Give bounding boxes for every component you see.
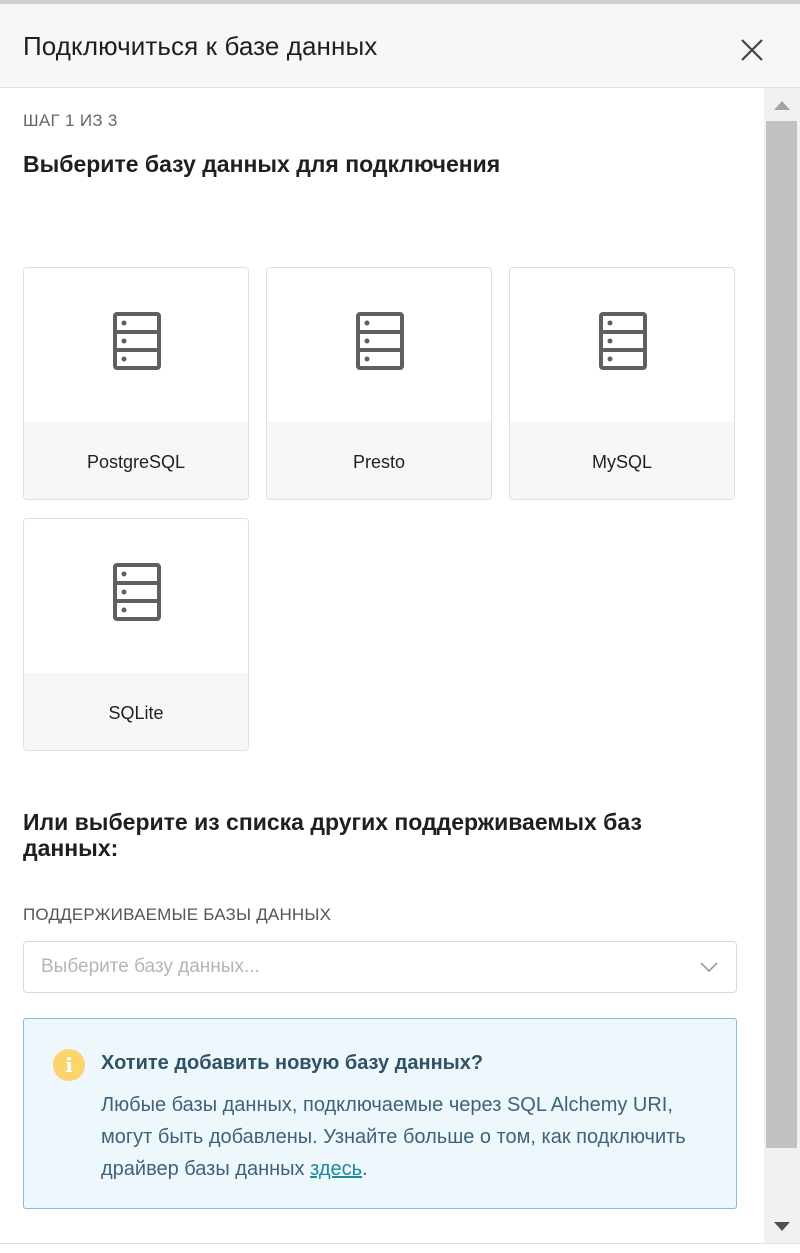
info-link[interactable]: здесь <box>310 1158 362 1180</box>
modal-footer-edge <box>0 1243 800 1253</box>
database-card-mysql[interactable]: MySQL <box>509 267 735 500</box>
info-alert: i Хотите добавить новую базу данных? Люб… <box>23 1018 737 1209</box>
select-placeholder: Выберите базу данных... <box>41 956 260 977</box>
close-button[interactable] <box>734 32 770 68</box>
scroll-down-button[interactable] <box>764 1213 800 1243</box>
info-text: Любые базы данных, подключаемые через SQ… <box>101 1094 686 1180</box>
supported-databases-select[interactable]: Выберите базу данных... <box>23 941 737 993</box>
modal-title: Подключиться к базе данных <box>23 31 378 61</box>
database-icon <box>113 312 161 370</box>
database-card-postgresql[interactable]: PostgreSQL <box>23 267 249 500</box>
chevron-down-icon <box>700 962 718 973</box>
database-icon <box>356 312 404 370</box>
database-card-presto[interactable]: Presto <box>266 267 492 500</box>
modal-header: Подключиться к базе данных <box>0 4 800 88</box>
section-heading: Выберите базу данных для подключения <box>23 151 501 177</box>
database-card-sqlite[interactable]: SQLite <box>23 518 249 751</box>
scroll-down-icon <box>774 1222 790 1231</box>
database-card-label: PostgreSQL <box>86 452 186 472</box>
database-card-label: Presto <box>352 452 406 472</box>
database-icon <box>113 563 161 621</box>
database-card-label: MySQL <box>591 452 652 472</box>
scroll-up-icon <box>774 101 790 110</box>
supported-databases-label: ПОДДЕРЖИВАЕМЫЕ БАЗЫ ДАННЫХ <box>23 905 332 924</box>
vertical-scrollbar[interactable] <box>764 88 800 1243</box>
scroll-thumb[interactable] <box>766 121 797 1148</box>
other-databases-heading: Или выберите из списка других поддержива… <box>23 809 642 861</box>
info-icon: i <box>53 1049 85 1081</box>
database-icon <box>599 312 647 370</box>
scroll-up-button[interactable] <box>764 88 800 118</box>
database-card-label: SQLite <box>108 703 164 723</box>
modal-body: ШАГ 1 ИЗ 3 Выберите базу данных для подк… <box>0 88 764 1243</box>
connect-database-modal: Подключиться к базе данных ШАГ 1 ИЗ 3 Вы… <box>0 0 800 1253</box>
step-indicator: ШАГ 1 ИЗ 3 <box>23 111 118 130</box>
info-title: Хотите добавить новую базу данных? <box>101 1052 484 1074</box>
close-icon <box>741 39 763 61</box>
